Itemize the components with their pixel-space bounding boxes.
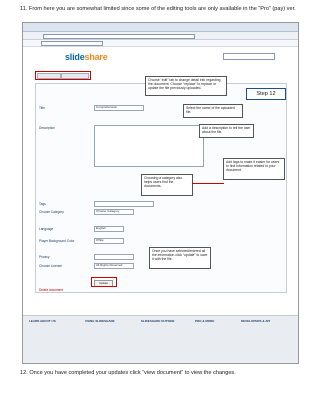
callout-edit-replace: Choose “edit” tab to change detail info … xyxy=(145,76,227,96)
callout-category: Choosing a category also helps users fin… xyxy=(141,174,193,196)
footer-developers-api[interactable]: DEVELOPERS & API xyxy=(241,319,270,323)
license-select[interactable]: All Rights Reserved xyxy=(94,263,134,269)
delete-document-link[interactable]: Delete document xyxy=(39,288,63,292)
tags-label: Tags xyxy=(39,202,46,206)
browser-address-bar xyxy=(23,32,298,40)
license-label: Choose License xyxy=(39,264,62,268)
footer-pro-more[interactable]: PRO & MORE xyxy=(195,319,214,323)
language-select[interactable]: English xyxy=(94,226,124,232)
slideshare-logo[interactable]: slideshare xyxy=(65,52,108,62)
callout-select-file: Select the name of the uploaded file. xyxy=(183,104,243,118)
license-value: All Rights Reserved xyxy=(96,263,123,267)
player-color-value: White xyxy=(96,238,104,242)
browser-toolbar xyxy=(23,40,298,47)
slideshare-screenshot: slideshare Title Comprehension Descripti… xyxy=(22,22,299,364)
player-color-label: Player Background Color xyxy=(39,239,75,243)
title-field[interactable]: Comprehension xyxy=(94,105,144,111)
address-input[interactable] xyxy=(43,33,195,39)
tags-arrow xyxy=(192,183,224,184)
category-select[interactable]: Choose Category xyxy=(94,209,134,215)
step-12-text: 12. Once you have completed your updates… xyxy=(20,370,236,376)
privacy-label: Privacy xyxy=(39,255,50,259)
language-value: English xyxy=(96,226,106,230)
footer-learn-about-us[interactable]: LEARN ABOUT US xyxy=(29,319,56,323)
site-search-input[interactable] xyxy=(223,53,275,60)
category-label: Choose Category xyxy=(39,210,64,214)
language-label: Language xyxy=(39,227,54,231)
toolbar-search-input[interactable] xyxy=(41,41,103,46)
tab-highlight xyxy=(35,71,91,80)
description-field[interactable] xyxy=(94,125,204,167)
tags-field[interactable] xyxy=(94,201,154,207)
description-label: Description xyxy=(39,126,55,130)
category-value: Choose Category xyxy=(96,209,120,213)
title-label: Title xyxy=(39,106,45,110)
footer-using-slideshare[interactable]: USING SLIDESHARE xyxy=(85,319,115,323)
title-value: Comprehension xyxy=(96,105,118,109)
callout-tags: Add tags to make it easier for users to … xyxy=(223,158,285,180)
update-highlight xyxy=(91,277,117,287)
callout-description: Add a description to tell the user about… xyxy=(199,124,254,138)
privacy-select[interactable] xyxy=(94,254,134,260)
callout-update: Once you have selected/entered all the i… xyxy=(149,247,211,269)
step-12-label: Step 12 xyxy=(246,88,286,100)
player-color-select[interactable]: White xyxy=(94,238,124,244)
browser-title-bar xyxy=(23,23,298,32)
footer-slideshare-outside[interactable]: SLIDESHARE OUTSIDE xyxy=(141,319,175,323)
step-11-text: 11. From here you are somewhat limited s… xyxy=(20,6,296,12)
